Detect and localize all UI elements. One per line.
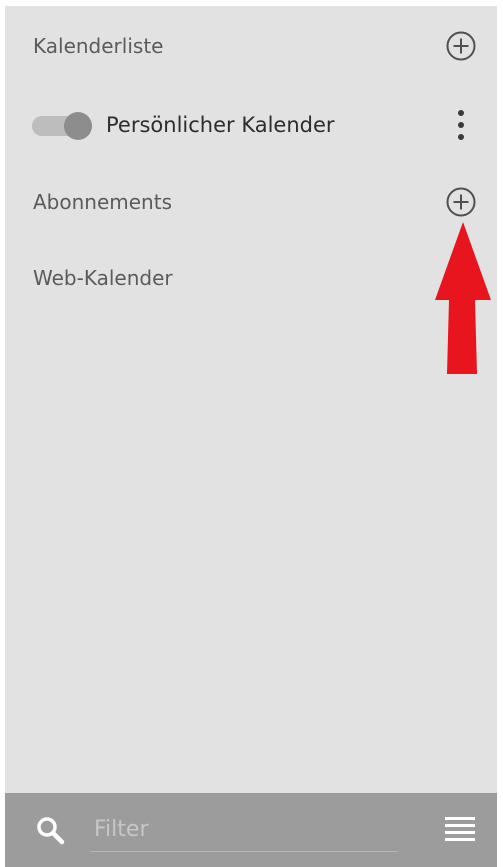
calendar-list-label: Kalenderliste: [33, 34, 164, 58]
hamburger-menu-icon[interactable]: [445, 817, 475, 843]
menu-line: [445, 831, 475, 834]
plus-circle-icon: [446, 187, 476, 217]
kebab-menu-icon: [458, 110, 464, 116]
web-calendar-section[interactable]: Web-Kalender: [5, 251, 497, 305]
menu-line: [445, 824, 475, 827]
kebab-dot: [458, 134, 464, 140]
calendar-visibility-toggle[interactable]: [32, 112, 92, 140]
plus-circle-icon: [446, 31, 476, 61]
search-icon[interactable]: [35, 815, 65, 845]
toggle-knob: [64, 112, 92, 140]
add-subscription-button[interactable]: [445, 186, 477, 218]
calendar-sidebar: Kalenderliste Persönlicher Kalender Abon…: [5, 6, 497, 867]
filter-input[interactable]: [90, 807, 398, 852]
web-calendar-label[interactable]: Web-Kalender: [33, 251, 173, 305]
arrow-up-icon: [435, 222, 491, 374]
menu-line: [445, 838, 475, 841]
kebab-dot: [458, 122, 464, 128]
add-calendar-button[interactable]: [445, 30, 477, 62]
calendar-item[interactable]: Persönlicher Kalender: [5, 98, 497, 152]
calendar-name[interactable]: Persönlicher Kalender: [106, 98, 335, 152]
calendar-options-button[interactable]: [445, 108, 477, 142]
filter-bar: [5, 793, 497, 867]
calendar-list-section: Kalenderliste: [5, 19, 497, 73]
subscriptions-section: Abonnements: [5, 175, 497, 229]
subscriptions-label: Abonnements: [33, 190, 172, 214]
app-window: Kalenderliste Persönlicher Kalender Abon…: [0, 0, 503, 867]
menu-line: [445, 817, 475, 820]
